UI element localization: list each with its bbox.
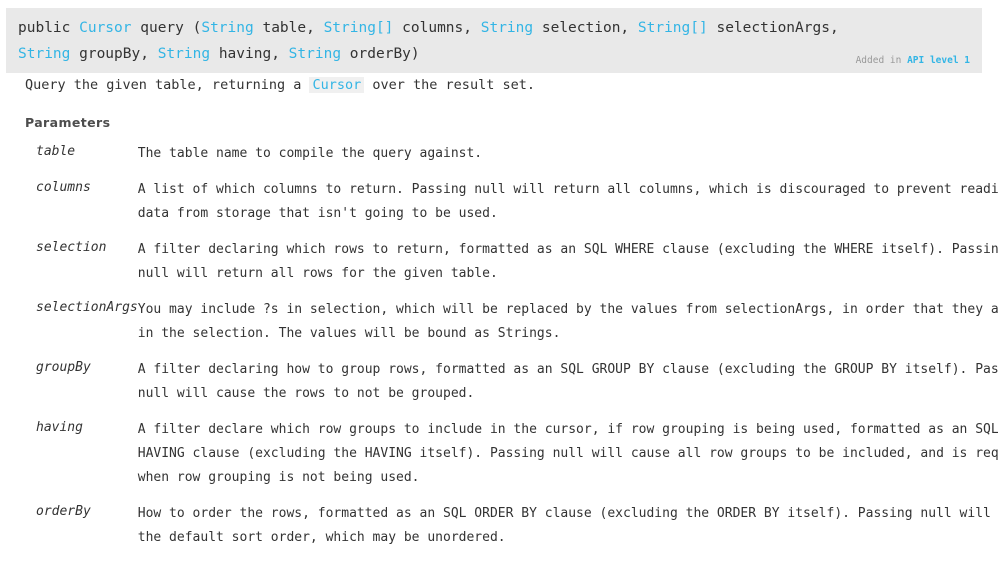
parameter-name: groupBy	[36, 360, 91, 375]
signature-text: public	[18, 20, 80, 36]
parameters-heading: Parameters	[25, 115, 111, 130]
signature-text: query (	[131, 20, 202, 36]
parameter-description: A filter declare which row groups to inc…	[138, 418, 998, 502]
parameter-name: having	[36, 420, 83, 435]
parameter-description-line: null will cause the rows to not be group…	[137, 386, 475, 401]
parameter-row: having A filter declare which row groups …	[0, 418, 998, 502]
parameter-description: The table name to compile the query agai…	[138, 142, 998, 178]
signature-type-link[interactable]: String	[201, 20, 253, 36]
api-level-note: Added in API level 1	[856, 55, 970, 67]
parameter-description-line: null will return all rows for the given …	[137, 266, 498, 281]
parameter-description: You may include ?s in selection, which w…	[138, 298, 998, 358]
signature-type-link[interactable]: String	[289, 46, 341, 62]
parameter-description-line: You may include ?s in selection, which w…	[137, 302, 998, 317]
signature-type-link[interactable]: Cursor	[79, 20, 131, 36]
signature-type-link[interactable]: String	[18, 46, 70, 62]
parameter-name: columns	[36, 180, 91, 195]
parameter-description-line: The table name to compile the query agai…	[137, 146, 483, 161]
signature-text: orderBy)	[341, 46, 420, 62]
signature-text: groupBy,	[70, 46, 158, 62]
parameter-name: orderBy	[36, 504, 91, 519]
description-text-before: Query the given table, returning a	[25, 77, 302, 93]
parameter-description: A filter declaring how to group rows, fo…	[138, 358, 998, 418]
api-level-added-label: Added in	[855, 55, 902, 66]
parameter-name: table	[36, 144, 76, 159]
parameter-description-line: HAVING clause (excluding the HAVING itse…	[137, 446, 998, 461]
parameter-description-line: in the selection. The values will be bou…	[137, 326, 561, 341]
parameter-row: selection A filter declaring which rows t…	[0, 238, 998, 298]
parameter-description: How to order the rows, formatted as an S…	[138, 502, 998, 562]
parameter-row: table The table name to compile the query…	[0, 142, 998, 178]
parameter-description-line: the default sort order, which may be uno…	[137, 530, 506, 545]
parameter-description-line: A list of which columns to return. Passi…	[137, 182, 998, 197]
parameter-description-line: A filter declare which row groups to inc…	[137, 422, 998, 437]
parameter-row: selectionArgs You may include ?s in selec…	[0, 298, 998, 358]
cursor-type-link[interactable]: Cursor	[309, 77, 365, 93]
parameter-name: selection	[36, 240, 107, 255]
parameter-name: selectionArgs	[36, 300, 138, 315]
parameters-table-body: table The table name to compile the query…	[0, 142, 998, 562]
signature-type-link[interactable]: String[]	[638, 20, 708, 36]
parameter-row: groupBy A filter declaring how to group r…	[0, 358, 998, 418]
method-signature-band: public Cursor query (String table, Strin…	[6, 8, 982, 73]
signature-text: having,	[210, 46, 289, 62]
signature-type-link[interactable]: String[]	[324, 20, 394, 36]
parameter-row: columns A list of which columns to return…	[0, 178, 998, 238]
parameter-description-line: A filter declaring which rows to return,…	[137, 242, 998, 257]
parameter-description-line: data from storage that isn't going to be…	[137, 206, 498, 221]
parameter-description-line: A filter declaring how to group rows, fo…	[137, 362, 998, 377]
signature-type-link[interactable]: String	[481, 20, 533, 36]
signature-text: columns,	[393, 20, 481, 36]
api-level-link[interactable]: API level 1	[907, 55, 970, 66]
parameter-description: A filter declaring which rows to return,…	[138, 238, 998, 298]
parameter-description-line: when row grouping is not being used.	[137, 470, 420, 485]
parameters-table: table The table name to compile the query…	[0, 142, 998, 562]
parameter-row: orderBy How to order the rows, formatted …	[0, 502, 998, 562]
parameter-description-line: How to order the rows, formatted as an S…	[137, 506, 998, 521]
signature-text: selection,	[533, 20, 638, 36]
parameter-description: A list of which columns to return. Passi…	[138, 178, 998, 238]
signature-text: selectionArgs,	[707, 20, 839, 36]
method-description: Query the given table, returning a Curso…	[25, 76, 535, 95]
description-text-after: over the result set.	[372, 77, 535, 93]
signature-type-link[interactable]: String	[158, 46, 210, 62]
signature-text: table,	[253, 20, 324, 36]
method-signature: public Cursor query (String table, Strin…	[18, 15, 898, 67]
